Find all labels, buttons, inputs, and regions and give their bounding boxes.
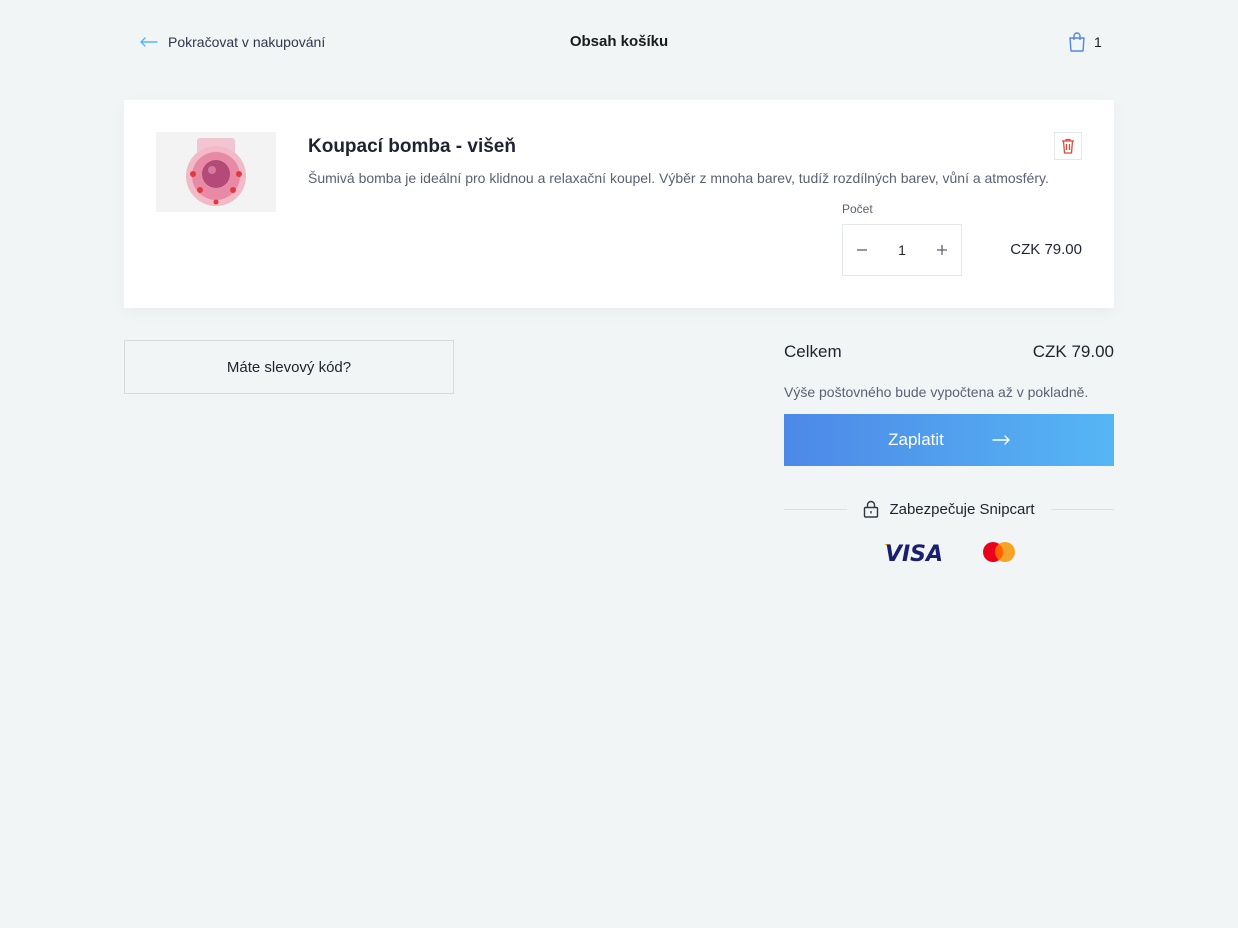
discount-code-button[interactable]: Máte slevový kód? <box>124 340 454 394</box>
lock-icon <box>864 500 879 518</box>
total-label: Celkem <box>784 342 842 361</box>
checkout-label: Zaplatit <box>888 430 944 449</box>
divider <box>784 508 848 510</box>
secured-label: Zabezpečuje Snipcart <box>889 500 1035 518</box>
minus-icon <box>857 249 867 251</box>
total-row: Celkem CZK 79.00 <box>784 340 1114 364</box>
cart-item: Koupací bomba - višeň Šumivá bomba je id… <box>124 100 1114 308</box>
payment-methods: VISA <box>784 540 1114 564</box>
decrease-quantity-button[interactable] <box>843 225 881 275</box>
cart-header: Pokračovat v nakupování Obsah košíku 1 <box>0 0 1238 84</box>
svg-text:VISA: VISA <box>885 542 943 564</box>
product-name: Koupací bomba - višeň <box>308 136 516 157</box>
divider <box>1050 508 1114 510</box>
visa-logo: VISA <box>884 542 943 564</box>
checkout-button[interactable]: Zaplatit <box>784 414 1114 466</box>
total-value: CZK 79.00 <box>1032 342 1114 361</box>
quantity-label: Počet <box>842 202 873 216</box>
increase-quantity-button[interactable] <box>923 225 961 275</box>
quantity-value[interactable]: 1 <box>898 242 906 258</box>
remove-item-button[interactable] <box>1054 132 1082 160</box>
order-summary: Celkem CZK 79.00 Výše poštovného bude vy… <box>784 340 1114 564</box>
quantity-stepper: 1 <box>842 224 962 276</box>
product-description: Šumivá bomba je ideální pro klidnou a re… <box>308 170 1049 186</box>
page-title: Obsah košíku <box>569 33 669 50</box>
trash-icon <box>1062 138 1074 154</box>
mastercard-logo <box>983 542 1015 562</box>
plus-icon <box>936 245 947 255</box>
arrow-right-icon <box>992 435 1010 445</box>
item-price: CZK 79.00 <box>1010 241 1082 258</box>
secured-by: Zabezpečuje Snipcart <box>784 498 1114 520</box>
cart-summary-button[interactable]: 1 <box>1068 31 1102 53</box>
cart-count: 1 <box>1094 34 1102 50</box>
product-image[interactable] <box>156 132 276 212</box>
shopping-bag-icon <box>1069 32 1085 52</box>
shipping-note: Výše poštovného bude vypočtena až v pokl… <box>784 384 1089 400</box>
